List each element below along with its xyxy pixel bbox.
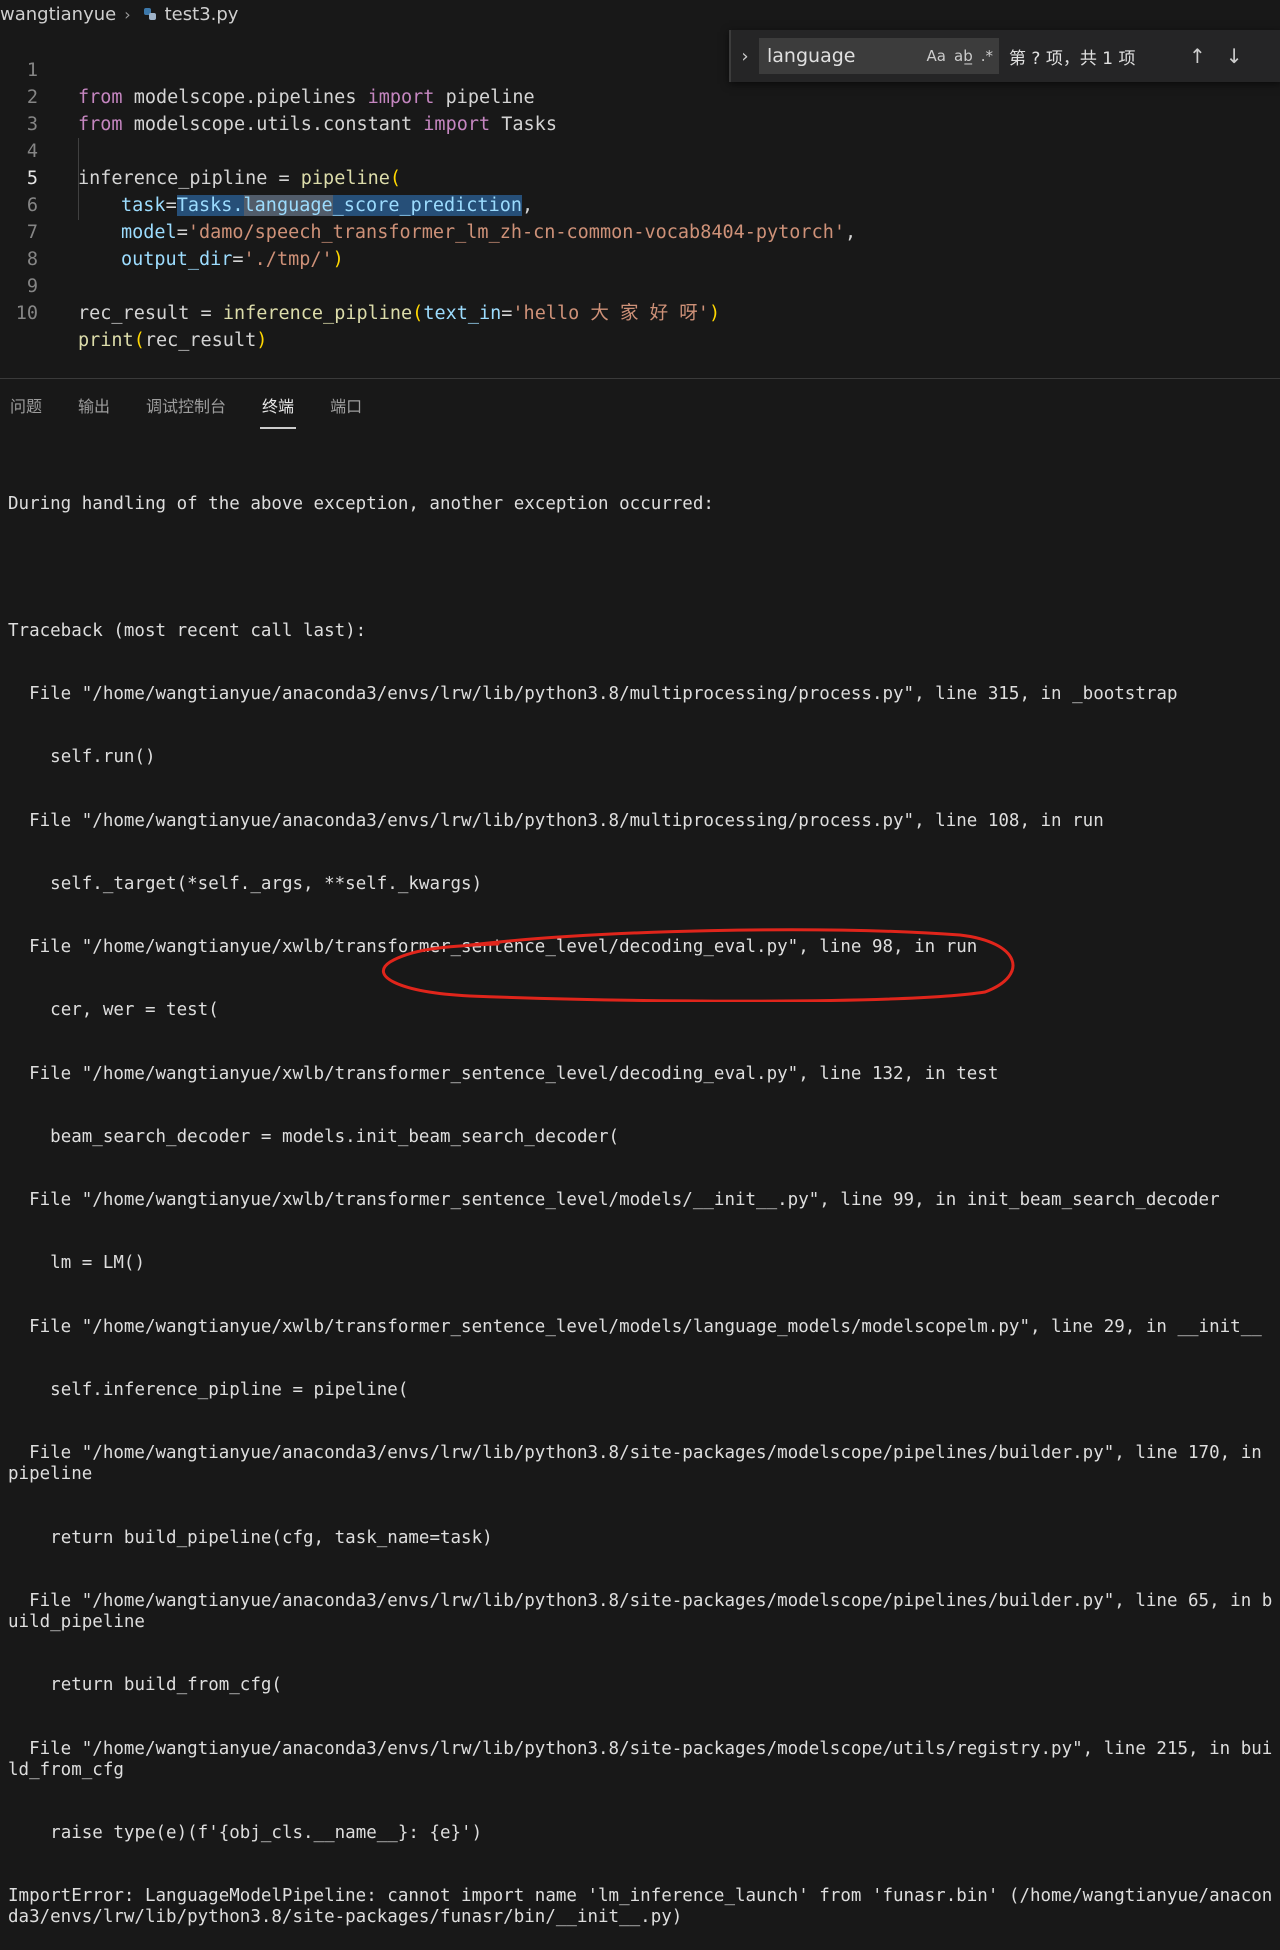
- operator: =: [165, 195, 177, 216]
- terminal-output[interactable]: During handling of the above exception, …: [8, 452, 1276, 1950]
- selected-text: Tasks.: [176, 195, 244, 216]
- code-line[interactable]: 9 rec_result = inference_pipline(text_in…: [0, 246, 720, 324]
- terminal-line: File "/home/wangtianyue/xwlb/transformer…: [8, 1063, 999, 1084]
- next-match-arrow-icon[interactable]: ↓: [1226, 44, 1243, 68]
- whole-word-icon[interactable]: ab̲: [954, 47, 973, 65]
- code-line[interactable]: 4 inference_pipline = pipeline(: [0, 111, 401, 189]
- paren: (: [412, 303, 424, 324]
- terminal-line: File "/home/wangtianyue/anaconda3/envs/l…: [8, 1443, 1273, 1485]
- code-line[interactable]: 7 output_dir='./tmp/'): [0, 192, 344, 270]
- argument-name: model: [121, 222, 177, 243]
- function-call: pipeline: [300, 168, 390, 189]
- breadcrumb-file[interactable]: test3.py: [165, 4, 239, 25]
- terminal-line: During handling of the above exception, …: [8, 494, 714, 515]
- previous-match-arrow-icon[interactable]: ↑: [1189, 44, 1206, 68]
- tab-ports[interactable]: 端口: [328, 387, 364, 423]
- paren: (: [389, 168, 402, 189]
- code-line[interactable]: 1 from modelscope.pipelines import pipel…: [0, 30, 535, 108]
- module-path: modelscope.utils.constant: [122, 114, 424, 135]
- comma: ,: [522, 195, 534, 216]
- import-name: Tasks: [490, 114, 557, 135]
- string-literal: './tmp/': [243, 249, 333, 270]
- paren: ): [332, 249, 344, 270]
- paren: ): [256, 330, 268, 351]
- find-match-count: 第 ? 项，共 1 项: [1009, 48, 1136, 69]
- python-file-icon: [143, 8, 156, 20]
- variable: rec_result: [144, 330, 257, 351]
- keyword: import: [367, 87, 435, 108]
- code-line[interactable]: 6 model='damo/speech_transformer_lm_zh-c…: [0, 165, 856, 243]
- terminal-line: self.inference_pipline = pipeline(: [8, 1380, 409, 1401]
- line-number: 10: [15, 303, 38, 324]
- tab-debug-console[interactable]: 调试控制台: [144, 387, 228, 423]
- import-name: pipeline: [434, 87, 535, 108]
- terminal-line: cer, wer = test(: [8, 1000, 219, 1021]
- tab-terminal[interactable]: 终端: [260, 387, 297, 429]
- terminal-line: File "/home/wangtianyue/anaconda3/envs/l…: [8, 1738, 1273, 1780]
- keyword: import: [423, 114, 491, 135]
- terminal-line: Traceback (most recent call last):: [8, 620, 367, 641]
- terminal-line: File "/home/wangtianyue/xwlb/transformer…: [8, 1190, 1220, 1211]
- code-line[interactable]: 2 from modelscope.utils.constant import …: [0, 57, 557, 135]
- terminal-line: File "/home/wangtianyue/xwlb/transformer…: [8, 937, 978, 958]
- string-literal: 'damo/speech_transformer_lm_zh-cn-common…: [187, 222, 845, 243]
- string-literal: 'hello 大 家 好 呀': [512, 303, 709, 324]
- keyword: from: [78, 114, 123, 135]
- operator: =: [232, 249, 244, 270]
- argument-name: task: [121, 195, 166, 216]
- variable: inference_pipline: [78, 168, 268, 189]
- breadcrumb-folder[interactable]: wangtianyue: [0, 4, 116, 25]
- terminal-line: File "/home/wangtianyue/xwlb/transformer…: [8, 1316, 1262, 1337]
- terminal-line: raise type(e)(f'{obj_cls.__name__}: {e}'…: [8, 1823, 483, 1843]
- find-input[interactable]: [765, 44, 919, 68]
- chevron-right-icon: ›: [124, 4, 131, 24]
- tab-problems[interactable]: 问题: [8, 387, 44, 423]
- keyword: from: [78, 87, 123, 108]
- code-line[interactable]: 8: [0, 219, 45, 270]
- function-call: print: [78, 330, 134, 351]
- find-input-box: Aa ab̲ .*: [759, 38, 999, 74]
- terminal-line: File "/home/wangtianyue/anaconda3/envs/l…: [8, 810, 1104, 831]
- find-widget: › Aa ab̲ .* 第 ? 项，共 1 项 ↑ ↓: [729, 30, 1280, 82]
- function-call: inference_pipline: [222, 303, 413, 324]
- operator: =: [189, 303, 223, 324]
- operator: =: [501, 303, 513, 324]
- terminal-line: File "/home/wangtianyue/anaconda3/envs/l…: [8, 683, 1178, 704]
- terminal-line: self.run(): [8, 747, 156, 768]
- code-line[interactable]: 10 print(rec_result): [0, 273, 268, 351]
- tab-output[interactable]: 输出: [76, 387, 112, 423]
- panel-divider[interactable]: [0, 378, 1280, 379]
- paren: ): [708, 303, 721, 324]
- terminal-line: beam_search_decoder = models.init_beam_s…: [8, 1126, 620, 1147]
- regex-icon[interactable]: .*: [981, 47, 993, 65]
- comma: ,: [844, 222, 857, 243]
- operator: =: [267, 168, 301, 189]
- selected-text: _score_prediction: [332, 195, 522, 216]
- argument-name: output_dir: [121, 249, 233, 270]
- terminal-line: return build_pipeline(cfg, task_name=tas…: [8, 1527, 493, 1548]
- terminal-line: File "/home/wangtianyue/anaconda3/envs/l…: [8, 1590, 1273, 1633]
- panel-tabs: 问题 输出 调试控制台 终端 端口: [0, 380, 388, 430]
- operator: =: [176, 222, 188, 243]
- breadcrumb: wangtianyue › test3.py: [0, 0, 1280, 28]
- module-path: modelscope.pipelines: [122, 87, 368, 108]
- code-line[interactable]: 3: [0, 84, 45, 135]
- code-line-active[interactable]: 5 task=Tasks.language_score_prediction,: [0, 138, 533, 216]
- terminal-line: self._target(*self._args, **self._kwargs…: [8, 873, 483, 894]
- terminal-error-line: ImportError: LanguageModelPipeline: cann…: [8, 1886, 1273, 1928]
- argument-name: text_in: [423, 303, 502, 324]
- toggle-replace-chevron-icon[interactable]: ›: [731, 46, 759, 67]
- search-match: language: [243, 195, 333, 216]
- terminal-line: return build_from_cfg(: [8, 1675, 282, 1696]
- match-case-icon[interactable]: Aa: [927, 47, 946, 65]
- variable: rec_result: [78, 303, 190, 324]
- paren: (: [133, 330, 145, 351]
- terminal-line: lm = LM(): [8, 1253, 145, 1274]
